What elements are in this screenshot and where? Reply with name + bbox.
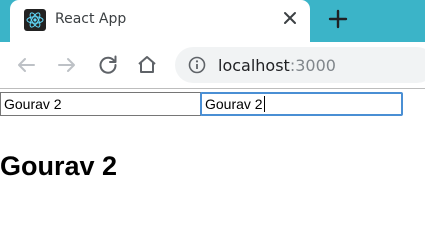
plus-icon: [328, 9, 348, 29]
text-input-2-value: Gourav 2: [205, 96, 263, 112]
home-icon[interactable]: [135, 53, 159, 77]
text-caret: [263, 96, 265, 112]
close-icon[interactable]: [280, 8, 300, 28]
page-content: Gourav 2 Gourav 2 Gourav 2: [0, 89, 425, 249]
react-logo-icon: [24, 9, 46, 31]
new-tab-button[interactable]: [327, 8, 349, 30]
back-arrow-icon[interactable]: [14, 53, 38, 77]
browser-toolbar: localhost:3000: [0, 42, 425, 89]
forward-arrow-icon[interactable]: [55, 53, 79, 77]
url-text[interactable]: localhost:3000: [218, 56, 336, 75]
url-port: :3000: [289, 56, 336, 75]
text-input-1[interactable]: Gourav 2: [0, 92, 201, 116]
tab-strip: React App: [0, 0, 425, 42]
page-heading: Gourav 2: [0, 151, 118, 181]
tab-title: React App: [55, 11, 127, 27]
info-icon[interactable]: [188, 56, 206, 74]
text-input-2[interactable]: Gourav 2: [200, 92, 403, 116]
browser-tab[interactable]: React App: [10, 0, 310, 42]
reload-icon[interactable]: [96, 53, 120, 77]
url-host: localhost: [218, 56, 290, 75]
address-bar[interactable]: localhost:3000: [175, 47, 425, 83]
text-input-1-value: Gourav 2: [4, 96, 62, 112]
